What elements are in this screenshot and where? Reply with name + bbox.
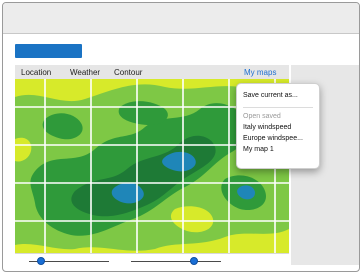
open-saved-header: Open saved (243, 113, 281, 120)
primary-action-button[interactable] (15, 44, 82, 58)
menu-bar: Location Weather Contour My maps (15, 65, 289, 79)
window-titlebar (3, 3, 359, 34)
dropdown-divider (243, 107, 313, 108)
save-current-as-item[interactable]: Save current as... (243, 92, 298, 100)
saved-map-item[interactable]: Europe windspee... (243, 135, 303, 143)
slider-knob-2[interactable] (190, 257, 198, 265)
slider-knob-1[interactable] (37, 257, 45, 265)
menu-item-weather[interactable]: Weather (70, 68, 100, 77)
menu-item-contour[interactable]: Contour (114, 68, 142, 77)
menu-item-my-maps[interactable]: My maps (244, 68, 276, 77)
app-window: Location Weather Contour My maps Save cu… (2, 2, 360, 272)
slider-track-2[interactable] (131, 261, 221, 262)
saved-map-item[interactable]: Italy windspeed (243, 124, 291, 132)
saved-map-item[interactable]: My map 1 (243, 146, 274, 154)
menu-item-location[interactable]: Location (21, 68, 51, 77)
time-slider-bar (15, 253, 289, 268)
my-maps-dropdown: Save current as... Open saved Italy wind… (236, 83, 320, 169)
